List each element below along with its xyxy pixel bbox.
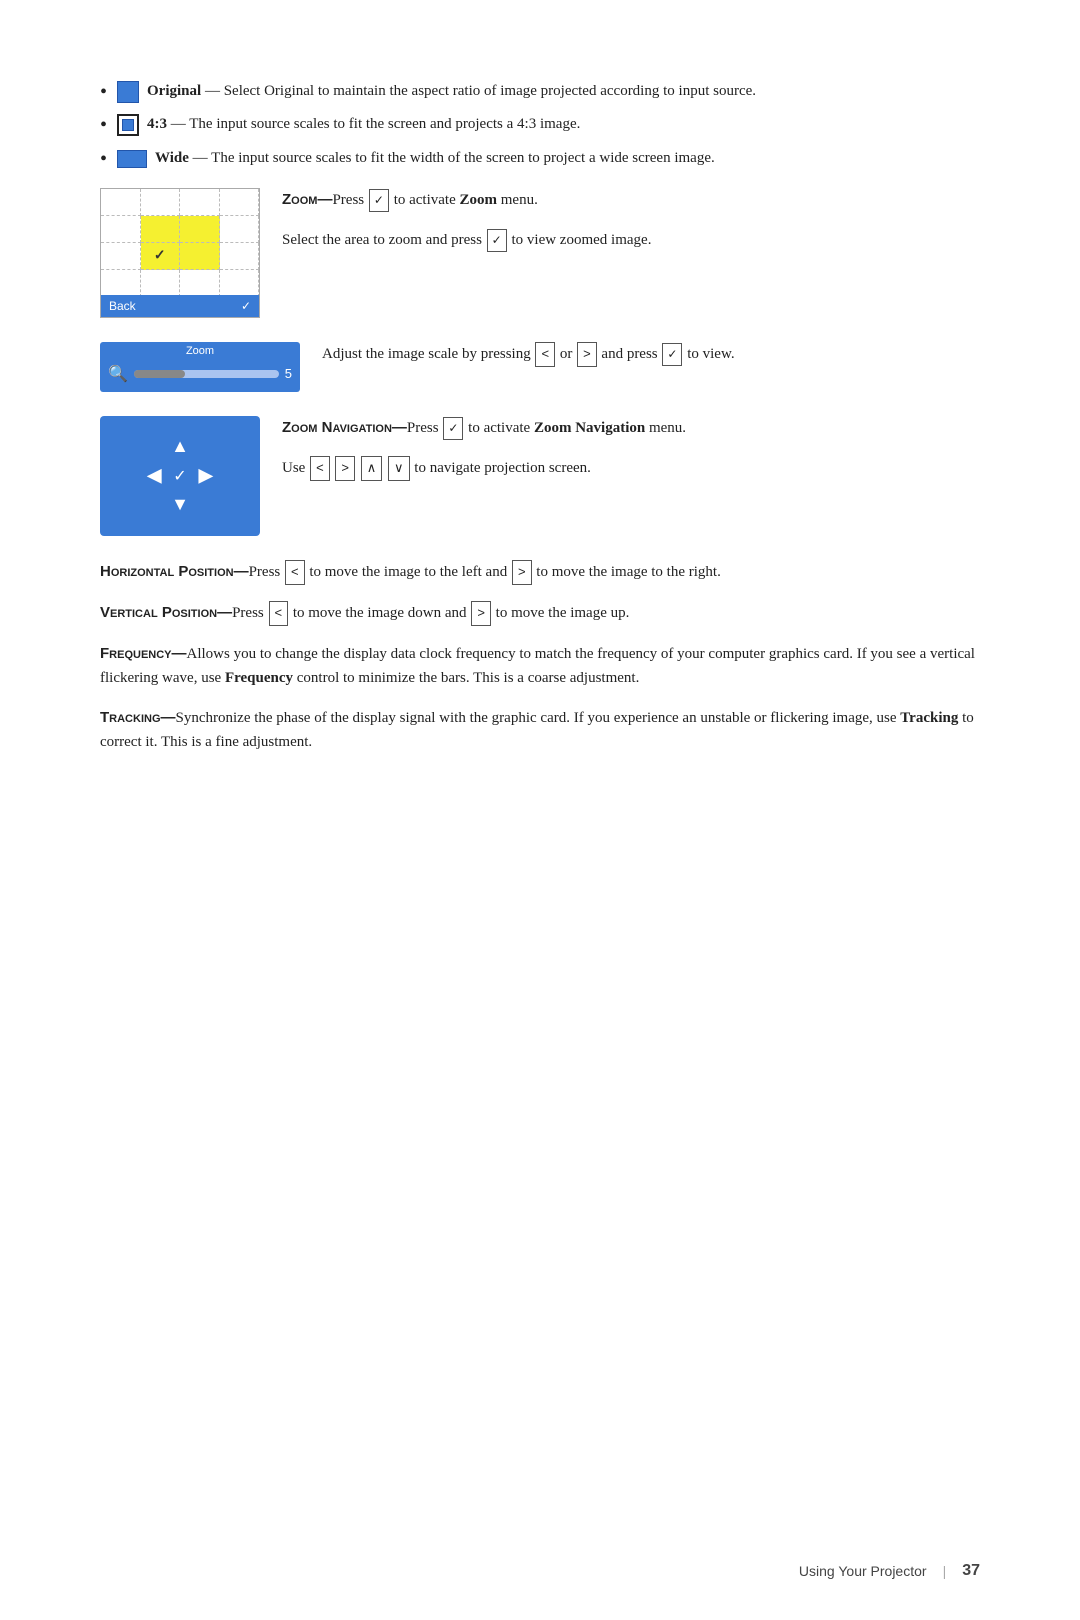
zoom-slider-text: Adjust the image scale by pressing < or … (322, 342, 980, 367)
grid-cell-check: ✓ (141, 243, 181, 270)
zoom-slider-section: Zoom 🔍 5 Adjust the image scale by press… (100, 342, 980, 392)
wide-icon (117, 150, 147, 168)
zoom-nav-heading: Zoom Navigation— (282, 419, 407, 436)
footer-separator: | (943, 1563, 947, 1579)
zoom-nav-bold: Zoom Navigation (534, 420, 645, 436)
grid-cell (101, 270, 141, 297)
nav-down-btn: ∨ (388, 456, 410, 481)
nav-down-arrow: ▼ (171, 494, 189, 515)
nav-right-btn: > (335, 456, 355, 481)
zoom-slider-box: Zoom 🔍 5 (100, 342, 300, 392)
footer-page-number: 37 (962, 1562, 980, 1580)
original-text: Original — Select Original to maintain t… (147, 80, 980, 103)
horiz-right-btn: > (512, 560, 532, 585)
zoom-text-1: Zoom—Press ✓ to activate Zoom menu. (282, 188, 980, 212)
grid-cell-yellow (141, 216, 181, 243)
nav-left-arrow: ◀ (147, 465, 161, 486)
zoom-section: ✓ Back ✓ Zoom—Press ✓ (100, 188, 980, 318)
zoom-description: Zoom—Press ✓ to activate Zoom menu. Sele… (282, 188, 980, 268)
nav-row-middle: ◀ ✓ ▶ (147, 465, 212, 486)
magnifier-icon: 🔍 (108, 364, 128, 384)
check-icon-2: ✓ (487, 229, 507, 252)
grid-cell (180, 270, 220, 297)
tracking-paragraph: Tracking—Synchronize the phase of the di… (100, 706, 980, 754)
list-item-43: • 4:3 — The input source scales to fit t… (100, 113, 980, 136)
wide-text: Wide — The input source scales to fit th… (155, 147, 980, 170)
grid-cell (220, 189, 260, 216)
original-icon (117, 81, 139, 103)
43-text: 4:3 — The input source scales to fit the… (147, 113, 980, 136)
zoom-number: 5 (285, 366, 292, 381)
check-icon-3: ✓ (662, 343, 682, 366)
zoom-nav-image: ▲ ◀ ✓ ▶ ▼ (100, 416, 260, 536)
horizontal-position-heading: Horizontal Position— (100, 563, 249, 580)
grid-cell-yellow (180, 216, 220, 243)
zoom-track (134, 370, 279, 378)
zoom-nav-description: Zoom Navigation—Press ✓ to activate Zoom… (282, 416, 980, 497)
vertical-position-paragraph: Vertical Position—Press < to move the im… (100, 601, 980, 626)
grid-cell (101, 189, 141, 216)
check-icon-4: ✓ (443, 417, 463, 440)
check-label: ✓ (241, 299, 251, 313)
vert-left-btn: < (269, 601, 289, 626)
grid-cell (180, 189, 220, 216)
zoom-nav-text-2: Use < > ∧ ∨ to navigate projection scree… (282, 456, 980, 481)
zoom-grid-image: ✓ Back ✓ (100, 188, 260, 318)
footer-label: Using Your Projector (799, 1563, 927, 1579)
zoom-slider-inner: 🔍 5 (108, 364, 292, 384)
page-content: • Original — Select Original to maintain… (0, 0, 1080, 850)
zoom-text-2: Select the area to zoom and press ✓ to v… (282, 228, 980, 252)
zoom-nav-section: ▲ ◀ ✓ ▶ ▼ Zoom Navigation—Press ✓ to act… (100, 416, 980, 536)
grid-cell (220, 270, 260, 297)
zoom-slider-description: Adjust the image scale by pressing < or … (322, 342, 980, 383)
nav-check-icon: ✓ (173, 466, 186, 486)
frequency-paragraph: Frequency—Allows you to change the displ… (100, 642, 980, 690)
tracking-bold: Tracking (900, 710, 958, 726)
grid-cell (141, 189, 181, 216)
horiz-left-btn: < (285, 560, 305, 585)
left-arrow-icon: < (535, 342, 555, 367)
zoom-heading: Zoom— (282, 191, 332, 208)
zoom-nav-box: ▲ ◀ ✓ ▶ ▼ (100, 416, 260, 536)
vertical-position-heading: Vertical Position— (100, 604, 232, 621)
right-arrow-icon: > (577, 342, 597, 367)
grid-cell (220, 243, 260, 270)
bullet-dot-3: • (100, 149, 107, 169)
nav-row-top: ▲ (171, 436, 189, 457)
list-item-wide: • Wide — The input source scales to fit … (100, 147, 980, 170)
frequency-bold: Frequency (225, 670, 293, 686)
nav-left-btn: < (310, 456, 330, 481)
page-footer: Using Your Projector | 37 (799, 1562, 980, 1580)
back-label: Back (109, 299, 136, 313)
nav-up-arrow: ▲ (171, 436, 189, 457)
grid-cell (141, 270, 181, 297)
zoom-grid-footer: Back ✓ (101, 295, 259, 317)
bullet-list: • Original — Select Original to maintain… (100, 80, 980, 170)
grid-cell (101, 243, 141, 270)
grid-cell (101, 216, 141, 243)
list-item-original: • Original — Select Original to maintain… (100, 80, 980, 103)
nav-right-arrow: ▶ (199, 465, 213, 486)
frequency-heading: Frequency— (100, 645, 187, 662)
grid-cell (220, 216, 260, 243)
horizontal-position-paragraph: Horizontal Position—Press < to move the … (100, 560, 980, 585)
nav-row-bottom: ▼ (171, 494, 189, 515)
tracking-heading: Tracking— (100, 709, 176, 726)
grid-cell-yellow (180, 243, 220, 270)
zoom-nav-text-1: Zoom Navigation—Press ✓ to activate Zoom… (282, 416, 980, 440)
bullet-dot: • (100, 82, 107, 102)
zoom-bold: Zoom (460, 192, 498, 208)
vert-right-btn: > (471, 601, 491, 626)
bullet-dot-2: • (100, 115, 107, 135)
nav-up-btn: ∧ (361, 456, 383, 481)
zoom-slider-label: Zoom (100, 345, 300, 357)
43-icon (117, 114, 139, 136)
check-icon-1: ✓ (369, 189, 389, 212)
zoom-slider-image: Zoom 🔍 5 (100, 342, 300, 392)
zoom-track-fill (134, 370, 185, 378)
